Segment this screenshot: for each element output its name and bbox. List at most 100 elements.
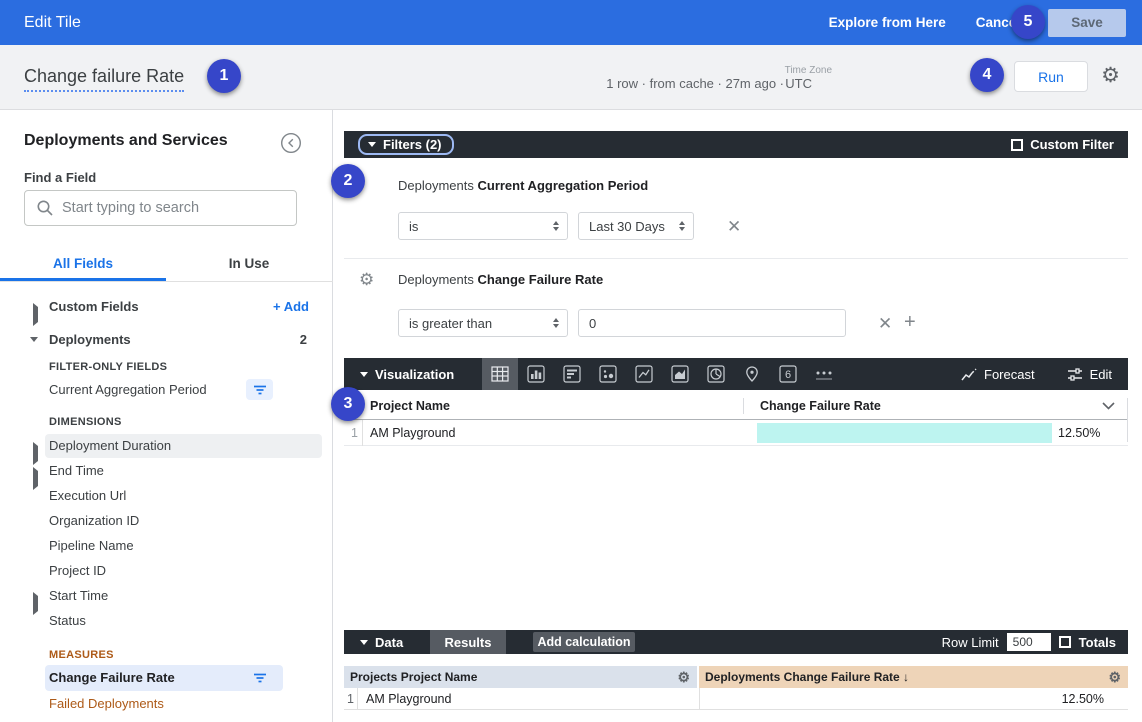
query-settings-gear-icon[interactable]: ⚙ [1101,65,1120,86]
tile-title[interactable]: Change failure Rate [24,66,184,92]
line-chart-icon[interactable] [626,358,662,390]
viz-actions: Forecast Edit [961,367,1112,382]
data-bar-controls: Row Limit Totals [942,633,1116,651]
viz-column-header-change-failure-rate[interactable]: Change Failure Rate [760,392,881,420]
filter-value-input[interactable] [578,309,846,337]
annotation-badge-4: 4 [970,58,1004,92]
chevron-down-icon[interactable] [1102,402,1115,410]
add-custom-field-button[interactable]: + Add [273,295,309,319]
explore-title: Deployments and Services [24,132,228,150]
sidebar-item-organization-id[interactable]: Organization ID [0,509,333,533]
edit-settings-icon [1067,367,1083,382]
filters-section-bar: Filters (2) Custom Filter [344,131,1128,158]
timezone-value[interactable]: UTC [785,76,812,91]
row-index: 1 [344,688,358,710]
sidebar-item-execution-url[interactable]: Execution Url [0,484,333,508]
project-name-cell: AM Playground [370,420,455,446]
totals-checkbox[interactable] [1059,636,1071,648]
totals-label: Totals [1079,635,1116,650]
filter-icon [253,673,267,683]
area-chart-icon[interactable] [662,358,698,390]
filter-active-icon[interactable] [246,667,273,688]
filter-only-fields-header: FILTER-ONLY FIELDS [49,357,167,377]
forecast-icon [961,367,977,382]
bar-chart-icon[interactable] [554,358,590,390]
field-search-box[interactable] [24,190,297,226]
filter-active-icon[interactable] [246,379,273,400]
viz-table-header: Project Name Change Failure Rate [344,392,1128,420]
fields-in-use-count: 2 [300,328,307,352]
sidebar-item-current-aggregation-period[interactable]: Current Aggregation Period [0,378,333,402]
visualization-section-toggle[interactable]: Visualization [360,367,454,382]
custom-filter-group: Custom Filter [1011,137,1114,152]
sidebar-item-failed-deployments[interactable]: Failed Deployments [0,692,333,716]
collapse-arrow-icon [360,640,368,645]
single-value-icon[interactable]: 6 [770,358,806,390]
data-column-header-dimension[interactable]: Projects Project Name ⚙ [344,666,697,688]
remove-filter-icon[interactable]: ✕ [727,217,741,237]
custom-filter-checkbox[interactable] [1011,139,1023,151]
tab-in-use[interactable]: In Use [166,250,332,281]
collapse-sidebar-button[interactable] [280,132,302,154]
save-button[interactable]: Save [1048,9,1126,37]
tab-results[interactable]: Results [430,630,506,654]
sidebar-item-custom-fields[interactable]: Custom Fields + Add [0,295,333,319]
remove-filter-icon[interactable]: ✕ [878,314,892,334]
dimensions-header: DIMENSIONS [49,412,122,432]
column-gear-icon[interactable]: ⚙ [1108,670,1121,684]
project-name-cell: AM Playground [366,688,451,710]
search-input[interactable] [62,200,296,216]
column-gear-icon[interactable]: ⚙ [677,670,690,684]
add-filter-icon[interactable]: + [904,311,916,334]
pie-chart-icon[interactable] [698,358,734,390]
column-divider [699,688,700,710]
expand-arrow-icon[interactable] [33,442,38,466]
search-icon [36,199,54,217]
filter-operator-select[interactable]: is greater than [398,309,568,337]
query-status-text: 1 row · from cache · 27m ago · [606,76,784,91]
select-arrows-icon [553,221,559,231]
run-button[interactable]: Run [1014,61,1088,92]
row-index: 1 [344,420,363,446]
more-viz-options-icon[interactable] [806,358,842,390]
sidebar-item-project-id[interactable]: Project ID [0,559,333,583]
table-chart-icon[interactable] [482,358,518,390]
collapse-arrow-icon[interactable] [30,338,38,362]
svg-text:6: 6 [785,369,791,381]
measures-header: MEASURES [49,645,114,665]
value-cell: 12.50% [1058,420,1100,446]
sidebar-item-change-failure-rate[interactable]: Change Failure Rate [0,666,333,690]
data-section-toggle[interactable]: Data [360,635,403,650]
sidebar-item-start-time[interactable]: Start Time [0,584,333,608]
sidebar-item-pipeline-name[interactable]: Pipeline Name [0,534,333,558]
filter-icon [253,385,267,395]
data-section-bar: Data Results Add calculation Row Limit T… [344,630,1128,654]
filter-value-select[interactable]: Last 30 Days [578,212,694,240]
field-picker-sidebar: Deployments and Services Find a Field Al… [0,110,333,722]
scatterplot-icon[interactable] [590,358,626,390]
sidebar-item-end-time[interactable]: End Time [0,459,333,483]
add-calculation-button[interactable]: Add calculation [533,632,635,652]
filter-operator-select[interactable]: is [398,212,568,240]
filter-settings-gear-icon[interactable]: ⚙ [359,271,374,288]
data-table-row: 1 AM Playground 12.50% [344,688,1128,710]
data-column-header-measure[interactable]: Deployments Change Failure Rate ↓ ⚙ [699,666,1128,688]
sidebar-item-deployments-group[interactable]: Deployments 2 [0,328,333,352]
edit-viz-button[interactable]: Edit [1067,367,1112,382]
expand-arrow-icon[interactable] [33,303,38,327]
tab-all-fields[interactable]: All Fields [0,250,166,281]
sidebar-item-deployment-duration[interactable]: Deployment Duration [0,434,333,458]
sidebar-item-status[interactable]: Status [0,609,333,633]
filters-section-toggle[interactable]: Filters (2) [358,134,454,155]
column-chart-icon[interactable] [518,358,554,390]
explore-from-here-button[interactable]: Explore from Here [829,15,946,30]
chevron-circle-left-icon [280,132,302,154]
viz-column-header-project-name[interactable]: Project Name [370,392,450,420]
topbar-actions: Explore from Here Cancel Save [829,9,1142,37]
collapse-arrow-icon [360,372,368,377]
annotation-badge-2: 2 [331,164,365,198]
collapse-arrow-icon [368,142,376,147]
map-icon[interactable] [734,358,770,390]
forecast-button[interactable]: Forecast [961,367,1035,382]
row-limit-input[interactable] [1007,633,1051,651]
